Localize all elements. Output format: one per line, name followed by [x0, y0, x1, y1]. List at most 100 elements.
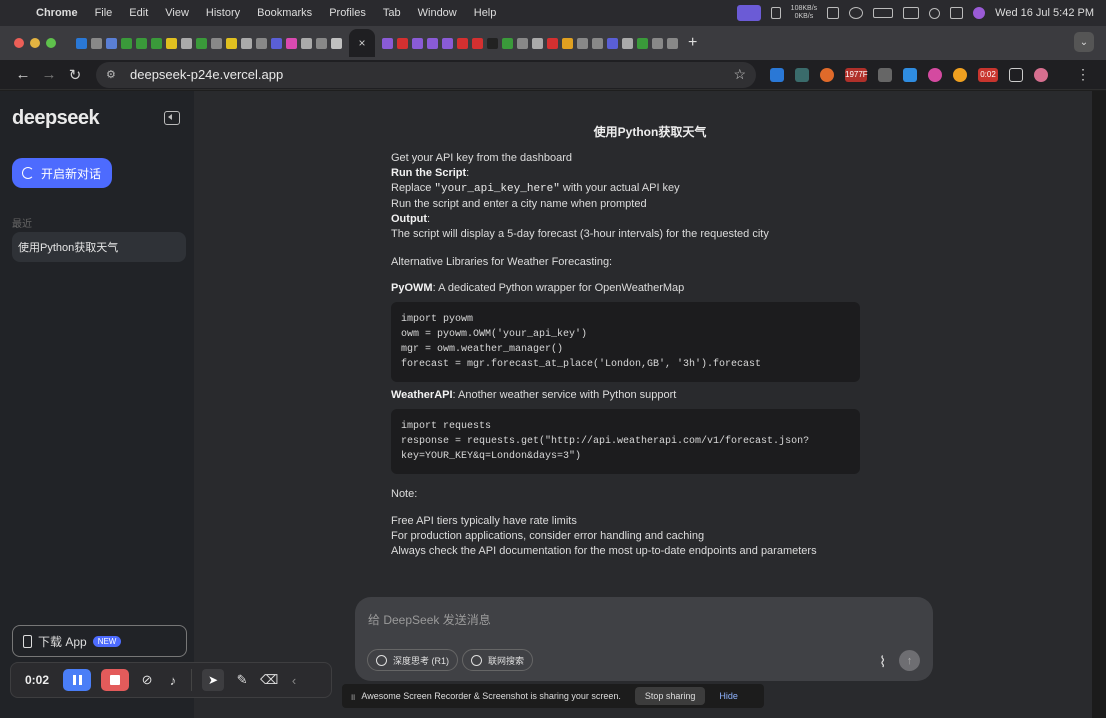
stop-recording-button[interactable]	[101, 669, 130, 691]
recorder-extension-icon[interactable]: 0:02	[978, 67, 998, 82]
bookmark-star-icon[interactable]: ☆	[733, 66, 746, 83]
drag-handle-icon[interactable]: ॥	[350, 690, 355, 703]
pinned-tab-favicon[interactable]	[211, 37, 222, 49]
pinned-tab-favicon[interactable]	[577, 37, 588, 49]
pinned-tab-favicon[interactable]	[487, 37, 498, 49]
pinned-tab-favicon[interactable]	[607, 37, 618, 49]
download-app-button[interactable]: 下载 App NEW	[12, 625, 187, 657]
control-center-icon[interactable]	[950, 7, 964, 19]
clipboard-icon[interactable]	[770, 7, 781, 19]
menu-profiles[interactable]: Profiles	[329, 7, 366, 19]
hide-banner-button[interactable]: Hide	[719, 691, 738, 701]
new-chat-button[interactable]: 开启新对话	[12, 158, 112, 188]
menu-history[interactable]: History	[206, 7, 240, 19]
forward-button[interactable]: →	[36, 66, 62, 83]
extensions-puzzle-icon[interactable]	[1009, 67, 1023, 82]
close-window-button[interactable]	[14, 38, 24, 48]
collapse-toolbar-icon[interactable]: ‹	[286, 673, 302, 688]
extension-orange-icon[interactable]	[820, 67, 834, 82]
pinned-tab-favicon[interactable]	[166, 37, 177, 49]
new-tab-button[interactable]: +	[688, 34, 697, 52]
maximize-window-button[interactable]	[46, 38, 56, 48]
tab-close-icon[interactable]: ×	[358, 36, 365, 50]
search-icon[interactable]	[929, 7, 941, 19]
pinned-tab-favicon[interactable]	[151, 37, 162, 49]
deep-think-toggle[interactable]: 深度思考 (R1)	[367, 649, 458, 671]
site-settings-icon[interactable]: ⚙	[106, 68, 122, 81]
pinned-tab-favicon[interactable]	[271, 37, 282, 49]
wechat-icon[interactable]	[849, 7, 864, 19]
apple-icon[interactable]	[10, 6, 22, 20]
message-input[interactable]: 给 DeepSeek 发送消息	[368, 611, 491, 628]
address-bar[interactable]: ⚙ deepseek-p24e.vercel.app ☆	[96, 61, 756, 88]
extension-badge-icon[interactable]: 1977F	[845, 67, 868, 82]
menu-view[interactable]: View	[165, 7, 189, 19]
code-block-weatherapi[interactable]: import requests response = requests.get(…	[391, 409, 860, 474]
pinned-tab-favicon[interactable]	[286, 37, 297, 49]
pinned-tab-favicon[interactable]	[427, 37, 438, 49]
pinned-tab-favicon[interactable]	[121, 37, 132, 49]
pinned-tab-favicon[interactable]	[562, 37, 573, 49]
pinned-tab-favicon[interactable]	[76, 37, 87, 49]
attach-icon[interactable]: ⌇	[879, 653, 886, 671]
pinned-tab-favicon[interactable]	[667, 37, 678, 49]
extension-coin-icon[interactable]	[953, 67, 967, 82]
pinned-tab-favicon[interactable]	[316, 37, 327, 49]
code-block-pyowm[interactable]: import pyowm owm = pyowm.OWM('your_api_k…	[391, 302, 860, 382]
pinned-tab-favicon[interactable]	[517, 37, 528, 49]
menu-app-name[interactable]: Chrome	[36, 7, 78, 19]
cursor-tool-icon[interactable]: ➤	[202, 669, 225, 691]
pinned-tab-favicon[interactable]	[532, 37, 543, 49]
send-button[interactable]: ↑	[899, 650, 920, 671]
extension-v-icon[interactable]	[770, 67, 784, 82]
pinned-tab-favicon[interactable]	[397, 37, 408, 49]
pinned-tab-favicon[interactable]	[301, 37, 312, 49]
mic-off-icon[interactable]: ♪	[165, 673, 181, 688]
profile-avatar[interactable]	[1034, 67, 1048, 82]
stop-sharing-button[interactable]: Stop sharing	[634, 687, 706, 705]
extension-circle-icon[interactable]	[928, 67, 942, 82]
menu-bookmarks[interactable]: Bookmarks	[257, 7, 312, 19]
extension-diamond-icon[interactable]	[903, 67, 917, 82]
grid-icon[interactable]	[827, 7, 840, 19]
menu-tab[interactable]: Tab	[383, 7, 401, 19]
pen-tool-icon[interactable]: ✎	[234, 672, 250, 688]
collapse-sidebar-icon[interactable]	[164, 111, 180, 125]
menu-file[interactable]: File	[95, 7, 113, 19]
clear-annotations-icon[interactable]: ⌫	[260, 672, 278, 688]
pinned-tab-favicon[interactable]	[412, 37, 423, 49]
history-item[interactable]: 使用Python获取天气	[12, 232, 186, 262]
extension-bird-icon[interactable]	[878, 67, 892, 82]
pinned-tab-favicon[interactable]	[502, 37, 513, 49]
pinned-tab-favicon[interactable]	[457, 37, 468, 49]
pinned-tab-favicon[interactable]	[622, 37, 633, 49]
pinned-tab-favicon[interactable]	[472, 37, 483, 49]
menu-help[interactable]: Help	[474, 7, 497, 19]
more-menu-icon[interactable]: ⋮	[1076, 66, 1090, 83]
battery-icon[interactable]	[873, 8, 894, 18]
pinned-tab-favicon[interactable]	[106, 37, 117, 49]
keyboard-icon[interactable]	[903, 7, 920, 19]
pinned-tab-favicon[interactable]	[382, 37, 393, 49]
pinned-tab-favicon[interactable]	[547, 37, 558, 49]
menu-edit[interactable]: Edit	[129, 7, 148, 19]
pinned-tab-favicon[interactable]	[226, 37, 237, 49]
pinned-tab-favicon[interactable]	[241, 37, 252, 49]
pause-recording-button[interactable]	[63, 669, 92, 691]
message-composer[interactable]: 给 DeepSeek 发送消息 深度思考 (R1) 联网搜索 ⌇ ↑	[355, 597, 933, 681]
back-button[interactable]: ←	[10, 66, 36, 83]
reload-button[interactable]: ↻	[62, 66, 88, 84]
active-tab[interactable]: ×	[349, 29, 375, 57]
camera-off-icon[interactable]: ⊘	[139, 672, 155, 688]
pinned-tab-favicon[interactable]	[256, 37, 267, 49]
pinned-tab-favicon[interactable]	[592, 37, 603, 49]
tab-search-button[interactable]: ⌄	[1074, 32, 1094, 52]
pinned-tab-favicon[interactable]	[442, 37, 453, 49]
pinned-tab-favicon[interactable]	[652, 37, 663, 49]
pinned-tab-favicon[interactable]	[196, 37, 207, 49]
pinned-tab-favicon[interactable]	[331, 37, 342, 49]
extension-grid-icon[interactable]	[795, 67, 809, 82]
pinned-tab-favicon[interactable]	[181, 37, 192, 49]
screen-share-status-icon[interactable]	[736, 5, 761, 21]
pinned-tab-favicon[interactable]	[91, 37, 102, 49]
